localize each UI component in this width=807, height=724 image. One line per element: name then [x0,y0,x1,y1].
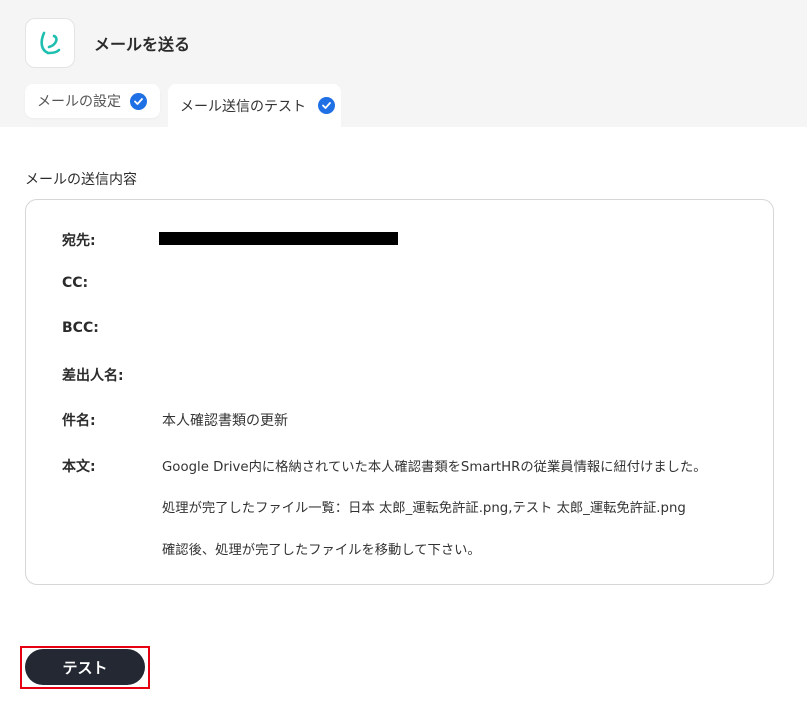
body-label: 本文: [62,459,96,475]
bcc-label: BCC: [62,320,99,336]
check-circle-icon [318,97,335,114]
section-label: メールの送信内容 [25,172,137,188]
app-icon [25,18,75,68]
check-circle-icon [130,92,147,110]
subject-label: 件名: [62,413,96,429]
mail-content-card: 宛先: CC: BCC: 差出人名: 件名: 本人確認書類の更新 本文: Goo… [25,199,774,585]
tab-label: メールの設定 [37,94,121,110]
test-button[interactable]: テスト [25,649,145,685]
cc-label: CC: [62,275,89,291]
sender-name-label: 差出人名: [62,368,124,384]
to-label: 宛先: [62,233,96,249]
yoom-logo-icon [40,31,61,55]
subject-value: 本人確認書類の更新 [162,413,288,429]
tab-mail-settings[interactable]: メールの設定 [25,84,160,118]
header-area: メールを送る メールの設定 メール送信のテスト [0,0,807,127]
tab-mail-test[interactable]: メール送信のテスト [168,84,341,127]
redacted-recipient [159,232,398,245]
body-line: 処理が完了したファイル一覧：日本 太郎_運転免許証.png,テスト 太郎_運転免… [162,501,686,516]
body-line: 確認後、処理が完了したファイルを移動して下さい。 [162,543,481,558]
tab-label: メール送信のテスト [180,98,306,115]
body-line: Google Drive内に格納されていた本人確認書類をSmartHRの従業員情… [162,460,707,475]
page-title: メールを送る [94,35,191,54]
